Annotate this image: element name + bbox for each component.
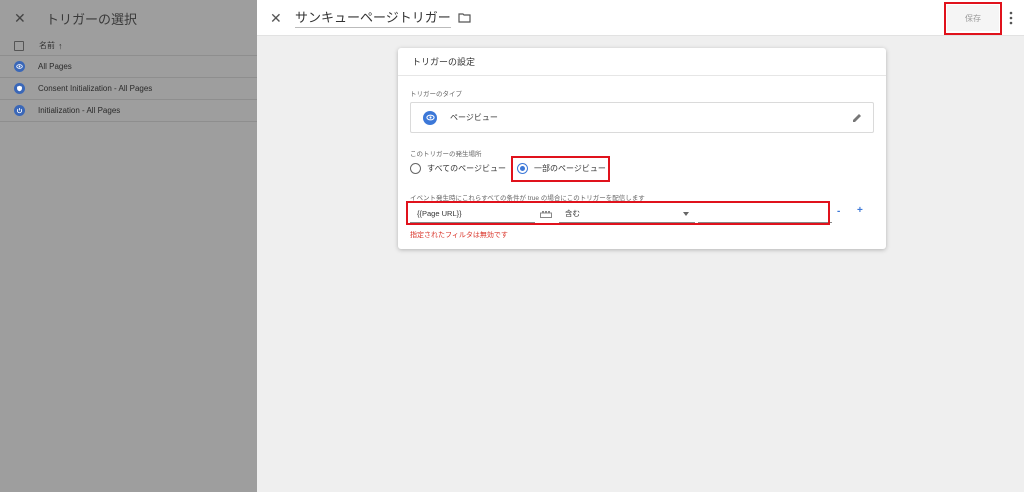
card-title: トリガーの設定 [398,48,886,76]
trigger-row-label: Initialization - All Pages [38,106,121,115]
select-all-checkbox[interactable] [14,40,24,51]
occurrence-label: このトリガーの発生場所 [410,151,482,158]
trigger-config-card: トリガーの設定 トリガーのタイプ ページビュー このトリガーの発生場所 すべての… [398,48,886,249]
filter-error-message: 指定されたフィルタは無効です [410,232,508,239]
eye-icon [423,110,437,125]
power-icon [14,105,25,116]
shield-icon [14,83,25,94]
more-vert-icon[interactable] [1009,11,1013,25]
radio-label: すべてのページビュー [427,164,506,173]
radio-highlight-box [511,156,610,182]
trigger-editor-panel: ✕ サンキューページトリガー 保存 トリガーの設定 トリガーのタイプ ページビュ… [257,0,1024,492]
filter-highlight-box [406,201,830,225]
trigger-row-initialization[interactable]: Initialization - All Pages [0,100,257,122]
eye-icon [14,61,25,72]
trigger-row-consent-init[interactable]: Consent Initialization - All Pages [0,78,257,100]
sort-arrow-icon[interactable]: ↑ [58,41,63,51]
trigger-type-selector[interactable]: ページビュー [410,102,874,133]
close-icon[interactable]: ✕ [14,11,28,25]
close-icon[interactable]: ✕ [270,11,282,25]
save-highlight-box [944,2,1002,35]
trigger-row-all-pages[interactable]: All Pages [0,56,257,78]
folder-icon[interactable] [458,12,471,23]
editor-topbar: ✕ サンキューページトリガー 保存 [257,0,1024,36]
trigger-list-title: トリガーの選択 [46,11,138,27]
trigger-type-label: トリガーのタイプ [410,91,462,98]
radio-all-pageviews[interactable]: すべてのページビュー [410,163,506,174]
name-column-label[interactable]: 名前 [39,40,55,51]
trigger-list-panel: ✕ トリガーの選択 名前 ↑ All Pages Consent Initial… [0,0,257,492]
trigger-type-value: ページビュー [450,113,498,122]
pencil-icon[interactable] [851,112,863,124]
trigger-list-header: ✕ トリガーの選択 [0,0,257,36]
trigger-row-label: All Pages [38,62,72,71]
trigger-row-label: Consent Initialization - All Pages [38,84,153,93]
trigger-name-field[interactable]: サンキューページトリガー [295,7,451,28]
column-header: 名前 ↑ [0,36,257,56]
radio-button[interactable] [410,163,421,174]
add-condition-button[interactable]: + [857,205,863,216]
remove-condition-button[interactable]: - [837,206,840,217]
